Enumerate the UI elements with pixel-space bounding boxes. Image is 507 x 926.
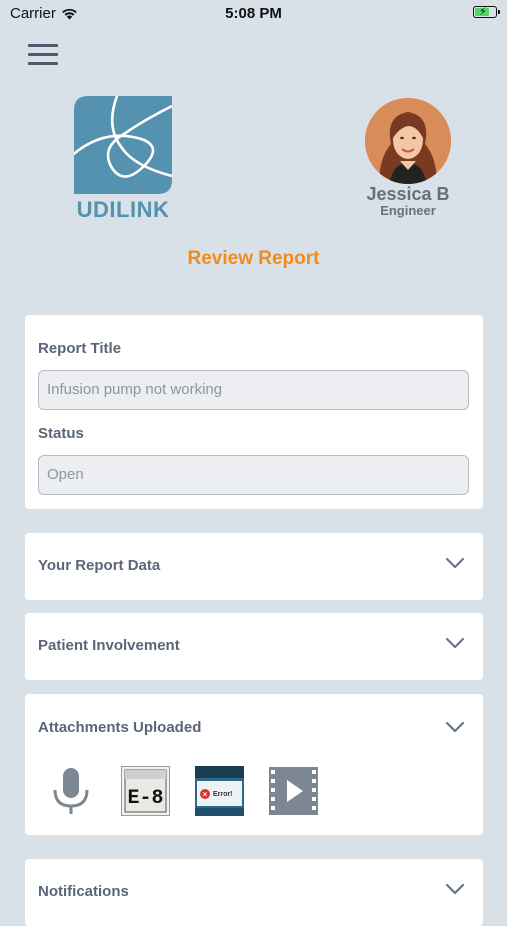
clock: 5:08 PM [225,5,282,22]
section-title: Attachments Uploaded [38,719,202,736]
section-title: Your Report Data [38,557,161,574]
attachments-list: E-8 × Error! [47,766,318,816]
section-title: Patient Involvement [38,637,180,654]
battery-icon: ⚡ [473,6,500,18]
video-icon [269,767,318,815]
user-portrait-icon [365,98,451,184]
app-logo: UDILINK [72,96,174,222]
chevron-down-icon[interactable] [445,557,465,569]
avatar[interactable] [365,98,451,184]
section-title: Notifications [38,883,129,900]
section-attachments[interactable]: Attachments Uploaded E-8 × Error! [25,694,483,835]
status-bar: Carrier 5:08 PM ⚡ [0,0,507,28]
error-screen-thumbnail: × Error! [195,766,244,816]
status-field[interactable]: Open [38,455,469,495]
audio-attachment[interactable] [47,766,96,816]
error-text: Error! [213,791,232,798]
page-title: Review Report [187,248,320,269]
report-title-field[interactable]: Infusion pump not working [38,370,469,410]
user-name: Jessica B [366,184,450,204]
status-label: Status [38,425,84,442]
menu-icon[interactable] [28,44,58,66]
video-attachment[interactable] [269,766,318,816]
logo-text: UDILINK [76,197,170,222]
device-display-text: E-8 [127,787,163,810]
chevron-down-icon[interactable] [445,721,465,733]
image-attachment[interactable]: E-8 [121,766,170,816]
report-title-label: Report Title [38,340,122,357]
device-display-thumbnail: E-8 [122,767,169,815]
section-patient-involvement[interactable]: Patient Involvement [25,613,483,680]
image-attachment[interactable]: × Error! [195,766,244,816]
udilink-logo-mark [74,96,172,194]
microphone-icon [53,768,89,814]
section-report-data[interactable]: Your Report Data [25,533,483,600]
section-notifications[interactable]: Notifications [25,859,483,926]
chevron-down-icon[interactable] [445,637,465,649]
chevron-down-icon[interactable] [445,883,465,895]
svg-text:×: × [203,790,208,799]
report-summary-card: Report Title Infusion pump not working S… [25,315,483,509]
user-role: Engineer [380,203,436,218]
